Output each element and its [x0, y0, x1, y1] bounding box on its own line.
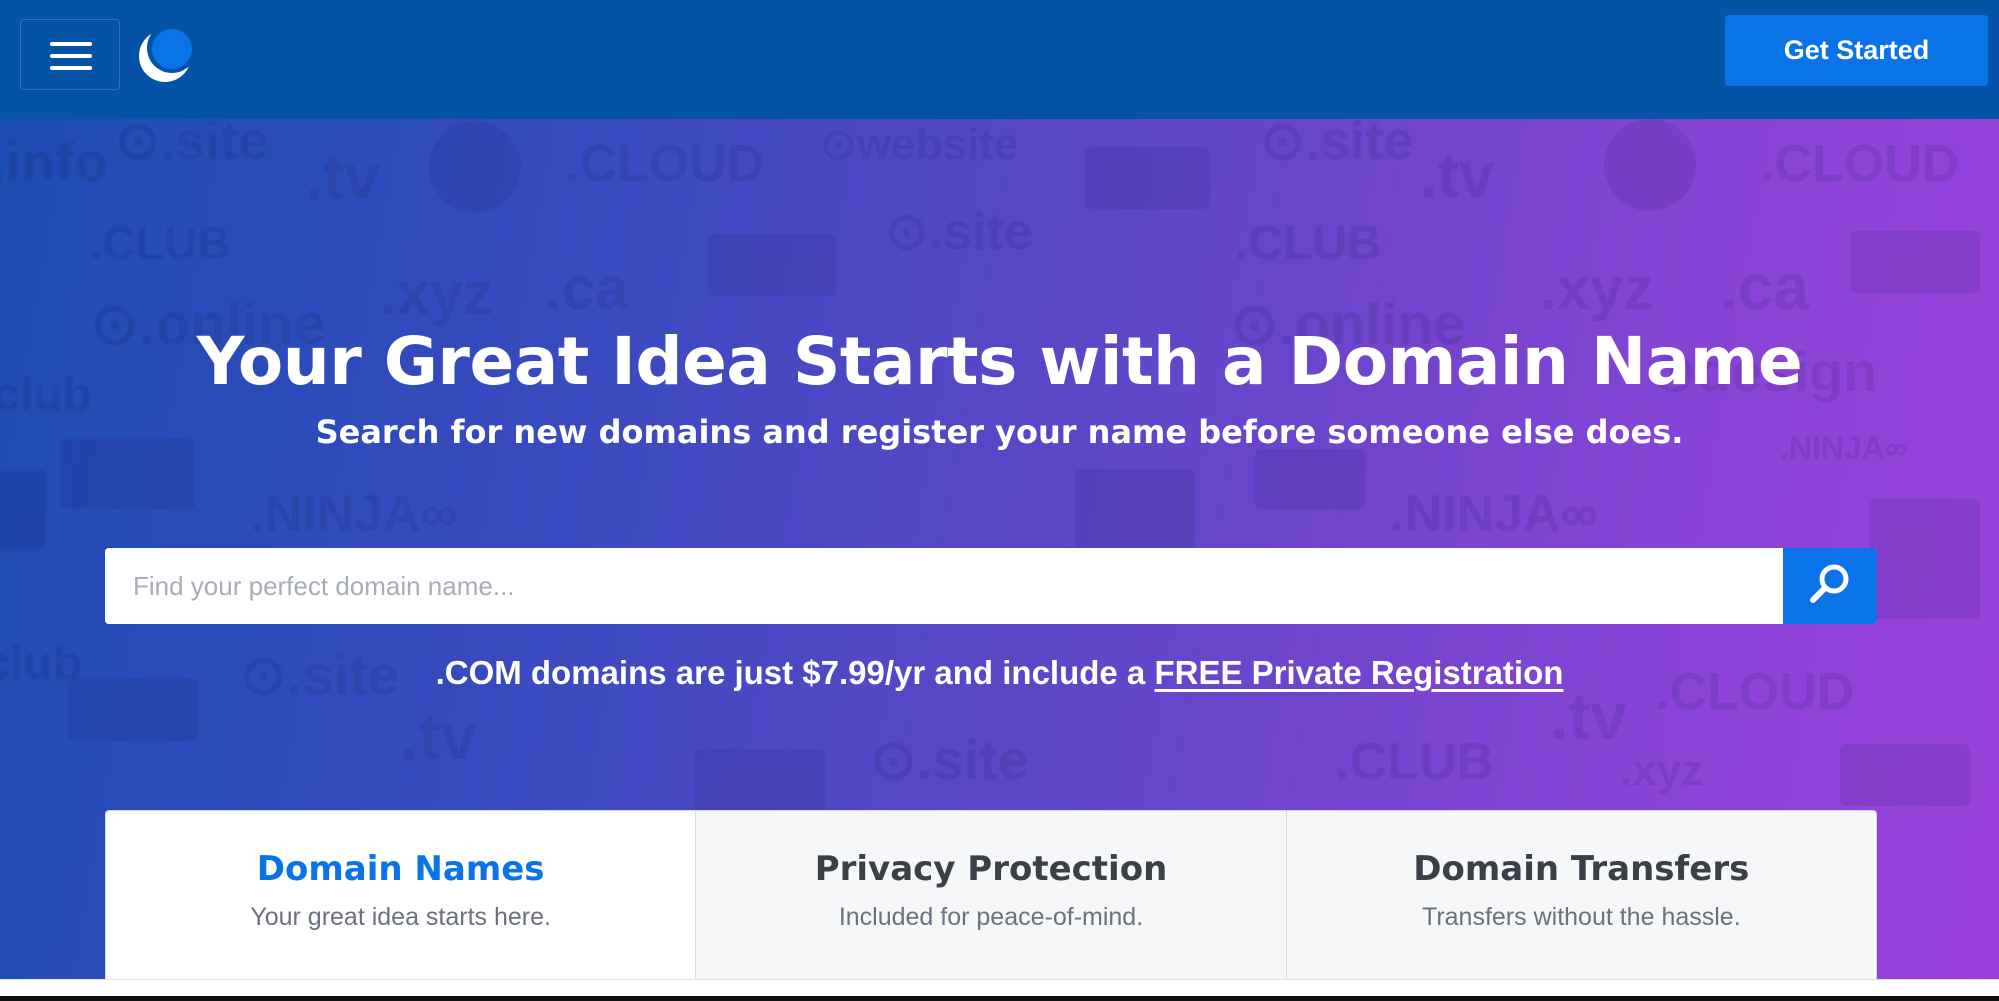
- top-navigation-bar: Get Started: [0, 0, 1999, 119]
- svg-text:⊙.site: ⊙.site: [115, 119, 268, 171]
- hero-headline: Your Great Idea Starts with a Domain Nam…: [196, 323, 1803, 400]
- svg-text:.tv: .tv: [400, 699, 477, 773]
- svg-text:⊙.site: ⊙.site: [885, 203, 1033, 261]
- tab-subtitle: Your great idea starts here.: [250, 903, 551, 931]
- svg-text:.NINJA∞: .NINJA∞: [1390, 485, 1598, 543]
- tab-title: Domain Names: [256, 849, 545, 889]
- get-started-button[interactable]: Get Started: [1725, 15, 1988, 86]
- tab-subtitle: Transfers without the hassle.: [1421, 903, 1741, 931]
- tab-title: Privacy Protection: [814, 849, 1168, 889]
- tab-domain-names[interactable]: Domain Names Your great idea starts here…: [106, 811, 696, 979]
- svg-text:⊙.site: ⊙.site: [1260, 119, 1413, 171]
- svg-text:.xyz: .xyz: [1540, 255, 1653, 322]
- svg-text:.CLUB: .CLUB: [1335, 733, 1494, 791]
- hero-subheadline: Search for new domains and register your…: [315, 413, 1684, 451]
- svg-text:.tv: .tv: [1420, 139, 1495, 211]
- svg-text:.CLUB: .CLUB: [1235, 217, 1382, 270]
- com-pricing-promo: .COM domains are just $7.99/yr and inclu…: [0, 654, 1999, 692]
- svg-text:.CLOUD: .CLOUD: [565, 135, 764, 193]
- domain-search-bar: [105, 548, 1877, 624]
- search-icon: [1806, 560, 1854, 613]
- tab-title: Domain Transfers: [1413, 849, 1750, 889]
- svg-text:.NINJA∞: .NINJA∞: [250, 485, 458, 543]
- promo-text: .COM domains are just $7.99/yr and inclu…: [435, 654, 1155, 691]
- svg-text:⊙.site: ⊙.site: [870, 728, 1029, 791]
- screen-bottom-border: [0, 996, 1999, 1001]
- feature-tabs: Domain Names Your great idea starts here…: [105, 810, 1877, 979]
- tab-domain-transfers[interactable]: Domain Transfers Transfers without the h…: [1285, 811, 1876, 979]
- svg-text:.CLOUD: .CLOUD: [1760, 135, 1959, 193]
- svg-text:⊙website: ⊙website: [820, 120, 1018, 169]
- hamburger-menu-button[interactable]: [20, 19, 120, 90]
- tab-subtitle: Included for peace-of-mind.: [838, 903, 1144, 931]
- free-private-registration-link[interactable]: FREE Private Registration: [1154, 654, 1563, 691]
- crescent-moon-logo[interactable]: [138, 23, 197, 83]
- domain-search-input[interactable]: [105, 548, 1783, 624]
- svg-text:.ca: .ca: [1720, 251, 1809, 323]
- tab-privacy-protection[interactable]: Privacy Protection Included for peace-of…: [695, 811, 1286, 979]
- svg-text:.info: .info: [0, 130, 108, 193]
- search-button[interactable]: [1783, 548, 1877, 624]
- svg-text:.xyz: .xyz: [380, 260, 493, 327]
- hero-section: .info ⊙.site .tv .CLOUD ⊙website ⊙.site …: [0, 119, 1999, 979]
- svg-text:.xyz: .xyz: [1620, 746, 1703, 795]
- svg-text:.tv: .tv: [305, 141, 380, 213]
- svg-text:.CLUB: .CLUB: [90, 217, 231, 269]
- svg-text:.ca: .ca: [545, 255, 629, 322]
